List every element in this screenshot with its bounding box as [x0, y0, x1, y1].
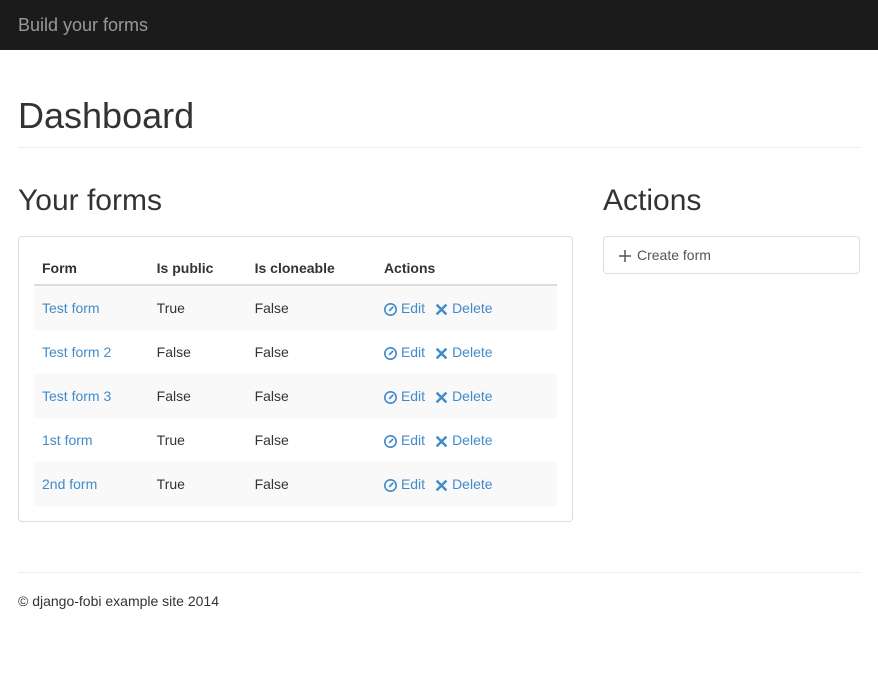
edit-icon	[384, 476, 397, 492]
table-row: 2nd form TrueFalse Edit Delete	[34, 462, 557, 506]
form-name-link[interactable]: Test form	[42, 300, 100, 316]
is-cloneable-cell: False	[247, 418, 376, 462]
col-is-public: Is public	[149, 252, 247, 285]
edit-link[interactable]: Edit	[384, 476, 425, 492]
forms-table: Form Is public Is cloneable Actions Test…	[34, 252, 557, 506]
edit-label: Edit	[401, 476, 425, 492]
delete-icon	[435, 388, 448, 404]
delete-icon	[435, 300, 448, 316]
table-row: Test form TrueFalse Edit Delete	[34, 285, 557, 330]
delete-label: Delete	[452, 344, 492, 360]
edit-link[interactable]: Edit	[384, 432, 425, 448]
delete-link[interactable]: Delete	[435, 432, 492, 448]
delete-icon	[435, 476, 448, 492]
your-forms-heading: Your forms	[18, 184, 573, 218]
delete-label: Delete	[452, 432, 492, 448]
edit-icon	[384, 300, 397, 316]
delete-label: Delete	[452, 388, 492, 404]
table-row: Test form 2 FalseFalse Edit Delete	[34, 330, 557, 374]
is-public-cell: True	[149, 418, 247, 462]
table-row: Test form 3 FalseFalse Edit Delete	[34, 374, 557, 418]
col-actions: Actions	[376, 252, 557, 285]
form-name-link[interactable]: 2nd form	[42, 476, 97, 492]
delete-link[interactable]: Delete	[435, 476, 492, 492]
plus-icon	[619, 247, 631, 263]
footer-text: © django-fobi example site 2014	[18, 593, 860, 629]
is-public-cell: False	[149, 330, 247, 374]
is-cloneable-cell: False	[247, 462, 376, 506]
delete-label: Delete	[452, 300, 492, 316]
edit-label: Edit	[401, 432, 425, 448]
edit-label: Edit	[401, 388, 425, 404]
form-name-link[interactable]: 1st form	[42, 432, 93, 448]
delete-link[interactable]: Delete	[435, 300, 492, 316]
edit-link[interactable]: Edit	[384, 388, 425, 404]
table-row: 1st form TrueFalse Edit Delete	[34, 418, 557, 462]
is-public-cell: False	[149, 374, 247, 418]
edit-link[interactable]: Edit	[384, 300, 425, 316]
navbar-brand[interactable]: Build your forms	[18, 15, 148, 36]
create-form-label: Create form	[637, 247, 711, 263]
is-public-cell: True	[149, 462, 247, 506]
actions-list: Create form	[603, 236, 860, 274]
create-form-link[interactable]: Create form	[604, 237, 859, 273]
edit-icon	[384, 344, 397, 360]
actions-heading: Actions	[603, 184, 860, 218]
edit-label: Edit	[401, 344, 425, 360]
delete-icon	[435, 344, 448, 360]
footer-divider	[18, 572, 860, 573]
delete-label: Delete	[452, 476, 492, 492]
navbar: Build your forms	[0, 0, 878, 50]
page-title: Dashboard	[18, 95, 860, 148]
is-public-cell: True	[149, 285, 247, 330]
delete-link[interactable]: Delete	[435, 388, 492, 404]
is-cloneable-cell: False	[247, 285, 376, 330]
edit-icon	[384, 432, 397, 448]
delete-icon	[435, 432, 448, 448]
is-cloneable-cell: False	[247, 374, 376, 418]
edit-icon	[384, 388, 397, 404]
col-is-cloneable: Is cloneable	[247, 252, 376, 285]
forms-panel: Form Is public Is cloneable Actions Test…	[18, 236, 573, 522]
delete-link[interactable]: Delete	[435, 344, 492, 360]
form-name-link[interactable]: Test form 3	[42, 388, 111, 404]
edit-label: Edit	[401, 300, 425, 316]
form-name-link[interactable]: Test form 2	[42, 344, 111, 360]
is-cloneable-cell: False	[247, 330, 376, 374]
col-form: Form	[34, 252, 149, 285]
edit-link[interactable]: Edit	[384, 344, 425, 360]
